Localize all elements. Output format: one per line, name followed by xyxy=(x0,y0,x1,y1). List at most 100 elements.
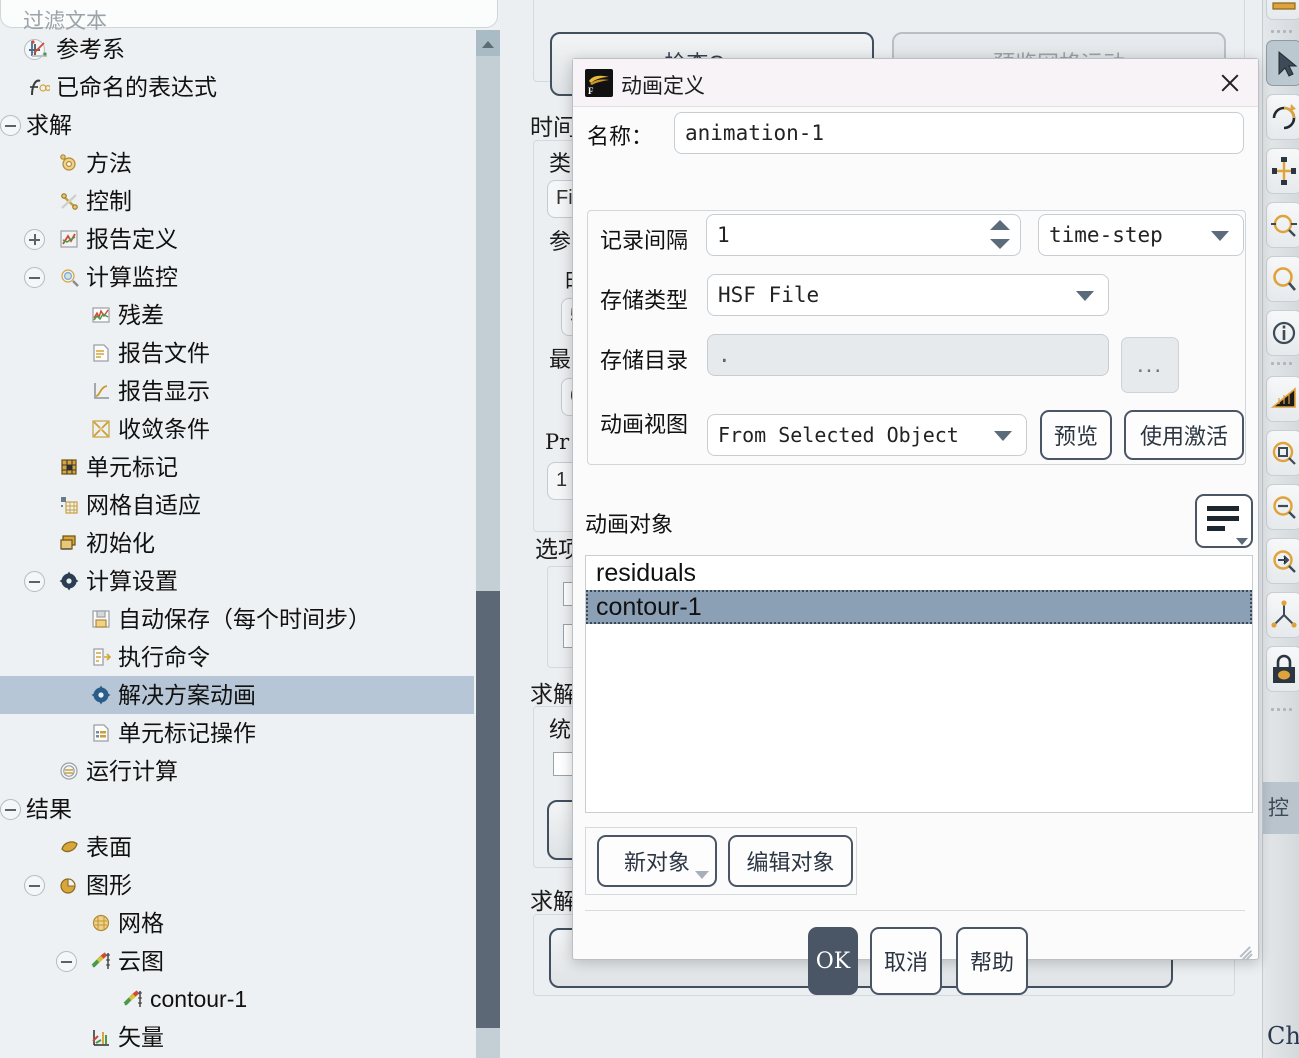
tree-item-17[interactable]: 解决方案动画 xyxy=(0,676,474,714)
collapse-icon[interactable] xyxy=(24,267,45,288)
scrollbar-track[interactable] xyxy=(476,56,500,1058)
scroll-up-arrow-icon[interactable] xyxy=(476,30,500,56)
resize-grip[interactable] xyxy=(1236,937,1256,961)
monitor-icon xyxy=(58,266,80,288)
rotate-button[interactable] xyxy=(1266,94,1299,140)
perspective-button[interactable] xyxy=(1266,376,1299,422)
pan-button[interactable] xyxy=(1266,148,1299,194)
cell-register-op-icon xyxy=(93,724,109,742)
zoom-plus-button[interactable] xyxy=(1266,538,1299,584)
tree-item-12[interactable]: 网格自适应 xyxy=(0,486,474,524)
control-side-tab[interactable]: 控 xyxy=(1263,782,1299,834)
tree-item-8[interactable]: 报告文件 xyxy=(0,334,474,372)
tree-item-10[interactable]: 收敛条件 xyxy=(0,410,474,448)
browse-directory-button[interactable]: ... xyxy=(1121,337,1179,393)
storage-type-combo[interactable]: HSF File xyxy=(707,274,1109,316)
zoom-box-button[interactable] xyxy=(1266,202,1299,248)
record-interval-unit-combo[interactable]: time-step xyxy=(1038,214,1244,256)
list-menu-icon[interactable] xyxy=(1195,494,1253,548)
spinner-down-icon[interactable] xyxy=(990,239,1010,249)
collapse-icon[interactable] xyxy=(0,799,21,820)
animation-objects-label: 动画对象 xyxy=(585,512,674,537)
perspective-icon xyxy=(1270,387,1296,408)
use-active-button[interactable]: 使用激活 xyxy=(1124,410,1244,460)
ok-button[interactable]: OK xyxy=(808,927,858,995)
animation-object-item[interactable]: residuals xyxy=(586,556,1252,590)
tree-item-16[interactable]: 执行命令 xyxy=(0,638,474,676)
solve-label: 求解 xyxy=(530,888,576,914)
tree-item-3[interactable]: 方法 xyxy=(0,144,474,182)
toolbar-item-top-partial[interactable] xyxy=(1266,0,1299,20)
mesh-icon xyxy=(92,914,110,932)
new-object-button[interactable]: 新对象 xyxy=(597,835,717,887)
chevron-down-icon xyxy=(1236,538,1248,545)
record-interval-input[interactable]: 1 xyxy=(706,214,1021,256)
animation-objects-list[interactable]: residuals contour-1 xyxy=(585,555,1253,813)
expand-icon[interactable] xyxy=(24,229,45,250)
preview-animation-button[interactable]: 预览 xyxy=(1040,410,1112,460)
initialize-icon xyxy=(60,535,76,550)
cancel-button[interactable]: 取消 xyxy=(870,927,942,995)
lock-view-button[interactable] xyxy=(1266,646,1299,692)
collapse-icon[interactable] xyxy=(0,115,21,136)
help-button[interactable]: 帮助 xyxy=(956,927,1028,995)
dialog-separator xyxy=(585,910,1245,911)
tree-item-20[interactable]: 结果 xyxy=(0,790,474,828)
collapse-icon[interactable] xyxy=(56,951,77,972)
tree-item-0[interactable]: 参考系 xyxy=(0,30,474,68)
tree-item-13[interactable]: 初始化 xyxy=(0,524,474,562)
zoom-icon xyxy=(1273,267,1296,291)
spinner-up-icon[interactable] xyxy=(990,220,1010,230)
tree-item-18[interactable]: 单元标记操作 xyxy=(0,714,474,752)
close-icon[interactable] xyxy=(1212,65,1248,101)
bottom-status-text: Ch xyxy=(1267,1022,1299,1050)
tree-item-23[interactable]: 网格 xyxy=(0,904,474,942)
storage-dir-input[interactable]: . xyxy=(707,334,1109,376)
fluent-logo-icon: F xyxy=(585,69,613,97)
surface-icon xyxy=(61,841,78,853)
tree-item-25[interactable]: contour-1 xyxy=(0,980,474,1018)
tree-scrollbar[interactable] xyxy=(476,30,500,1058)
animation-object-item[interactable]: contour-1 xyxy=(586,590,1252,624)
fit-to-window-button[interactable] xyxy=(1266,430,1299,476)
info-button[interactable] xyxy=(1266,310,1299,356)
animation-view-combo[interactable]: From Selected Object xyxy=(707,414,1027,456)
record-interval-spinner[interactable] xyxy=(982,215,1020,255)
axes-icon xyxy=(31,40,47,57)
collapse-icon[interactable] xyxy=(24,875,45,896)
toolbar-separator-2 xyxy=(1271,360,1293,368)
tree-item-24[interactable]: 云图 xyxy=(0,942,474,980)
cell-register-op-icon xyxy=(90,722,112,744)
tree-item-15[interactable]: 自动保存（每个时间步） xyxy=(0,600,474,638)
tree-item-4[interactable]: 控制 xyxy=(0,182,474,220)
animation-name-input[interactable]: animation-1 xyxy=(674,112,1244,154)
tree-item-7[interactable]: 残差 xyxy=(0,296,474,334)
collapse-icon[interactable] xyxy=(24,571,45,592)
tree-item-21[interactable]: 表面 xyxy=(0,828,474,866)
tree-item-19[interactable]: 运行计算 xyxy=(0,752,474,790)
tree-scroll-area[interactable]: 参考系 已命名的表达式 求解 方法 控制 报告定义 计算监控 残差 报告文件 报告显示 收敛条件 单元… xyxy=(0,30,474,1058)
zoom-minus-button[interactable] xyxy=(1266,484,1299,530)
tree-item-26[interactable]: 矢量 xyxy=(0,1018,474,1056)
tree-item-5[interactable]: 报告定义 xyxy=(0,220,474,258)
tree-item-2[interactable]: 求解 xyxy=(0,106,474,144)
dialog-title-bar[interactable]: F 动画定义 xyxy=(573,59,1258,107)
tree-item-9[interactable]: 报告显示 xyxy=(0,372,474,410)
tree-item-14[interactable]: 计算设置 xyxy=(0,562,474,600)
tree-item-11[interactable]: 单元标记 xyxy=(0,448,474,486)
report-def-icon xyxy=(60,230,78,248)
axis-triad-button[interactable] xyxy=(1266,592,1299,638)
tree-item-22[interactable]: 图形 xyxy=(0,866,474,904)
run-calc-icon xyxy=(60,762,78,780)
surface-icon xyxy=(58,836,80,858)
tree-filter-input[interactable]: 过滤文本 xyxy=(0,0,498,33)
edit-object-button[interactable]: 编辑对象 xyxy=(728,835,853,887)
select-cursor-button[interactable] xyxy=(1266,40,1299,86)
tree-item-label: 报告定义 xyxy=(86,226,178,252)
execute-cmd-icon xyxy=(93,648,112,666)
record-interval-label: 记录间隔 xyxy=(600,228,689,253)
tree-item-1[interactable]: 已命名的表达式 xyxy=(0,68,474,106)
tree-item-6[interactable]: 计算监控 xyxy=(0,258,474,296)
scrollbar-thumb[interactable] xyxy=(476,591,500,1028)
zoom-button[interactable] xyxy=(1266,256,1299,302)
